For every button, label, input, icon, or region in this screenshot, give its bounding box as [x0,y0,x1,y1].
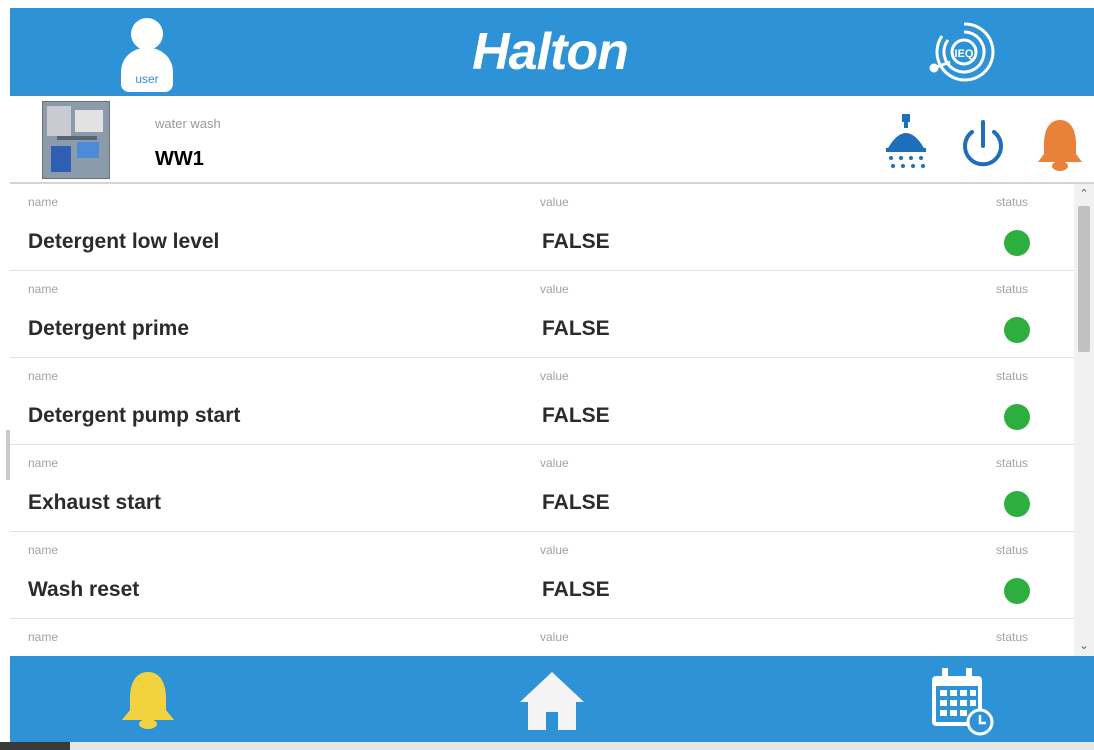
io-value: FALSE [542,230,610,253]
value-label: value [540,195,569,209]
app-window: user Halton IEQ water wash WW1 name valu… [10,8,1094,742]
bell-icon[interactable] [118,668,178,732]
status-label: status [996,543,1029,557]
io-value: FALSE [542,491,610,514]
list-item[interactable]: name value status Detergent pump start F… [10,358,1074,445]
device-name: WW1 [155,148,204,170]
status-indicator [1004,404,1030,430]
value-label: value [540,630,569,644]
status-indicator [1004,578,1030,604]
status-label: status [996,630,1029,644]
io-name: Detergent pump start [28,404,241,427]
device-type: water wash [155,116,221,131]
scrollbar-thumb[interactable] [1078,206,1090,352]
bell-icon[interactable] [1034,116,1086,174]
device-info-bar: water wash WW1 [10,96,1094,184]
io-value: FALSE [542,578,610,601]
status-indicator [1004,230,1030,256]
name-label: name [28,456,59,470]
user-icon [131,18,163,50]
halton-logo: Halton [472,23,629,81]
status-label: status [996,456,1029,470]
status-label: status [996,282,1029,296]
name-label: name [28,195,59,209]
bottom-nav [10,656,1094,742]
name-label: name [28,543,59,557]
value-label: value [540,456,569,470]
window-left-edge [0,0,10,750]
io-name: Detergent prime [28,317,190,340]
power-icon[interactable] [958,118,1008,172]
list-scrollbar[interactable]: ⌃ ⌄ [1074,184,1094,656]
io-value: FALSE [542,317,610,340]
scroll-up-arrow[interactable]: ⌃ [1076,186,1092,202]
taskbar-fragment [0,742,70,750]
io-list[interactable]: name value status Detergent low level FA… [10,184,1074,656]
list-item[interactable]: name value status Detergent prime FALSE [10,271,1074,358]
user-label: user [135,72,159,86]
io-name: Exhaust start [28,491,162,514]
io-value: FALSE [542,404,610,427]
status-indicator [1004,317,1030,343]
status-indicator [1004,491,1030,517]
name-label: name [28,630,59,644]
list-item[interactable]: name value status Exhaust start FALSE [10,445,1074,532]
user-button[interactable]: user [116,18,176,92]
io-name: Detergent low level [28,230,220,253]
list-item[interactable]: name value status Wash reset FALSE [10,532,1074,619]
status-label: status [996,369,1029,383]
io-name: Wash reset [28,578,140,601]
home-icon[interactable] [518,668,586,732]
status-label: status [996,195,1029,209]
scroll-down-arrow[interactable]: ⌄ [1076,638,1092,654]
device-image [42,101,110,179]
window-bottom-edge [0,742,1094,750]
calendar-clock-icon[interactable] [928,666,996,736]
ieq-icon[interactable]: IEQ [928,16,1000,88]
name-label: name [28,282,59,296]
ieq-text: IEQ [955,48,974,60]
top-bar: user Halton IEQ [10,8,1094,96]
value-label: value [540,282,569,296]
value-label: value [540,369,569,383]
name-label: name [28,369,59,383]
list-item[interactable]: name value status Detergent low level FA… [10,184,1074,271]
list-item[interactable]: name value status [10,619,1074,656]
shower-icon[interactable] [882,114,930,172]
value-label: value [540,543,569,557]
